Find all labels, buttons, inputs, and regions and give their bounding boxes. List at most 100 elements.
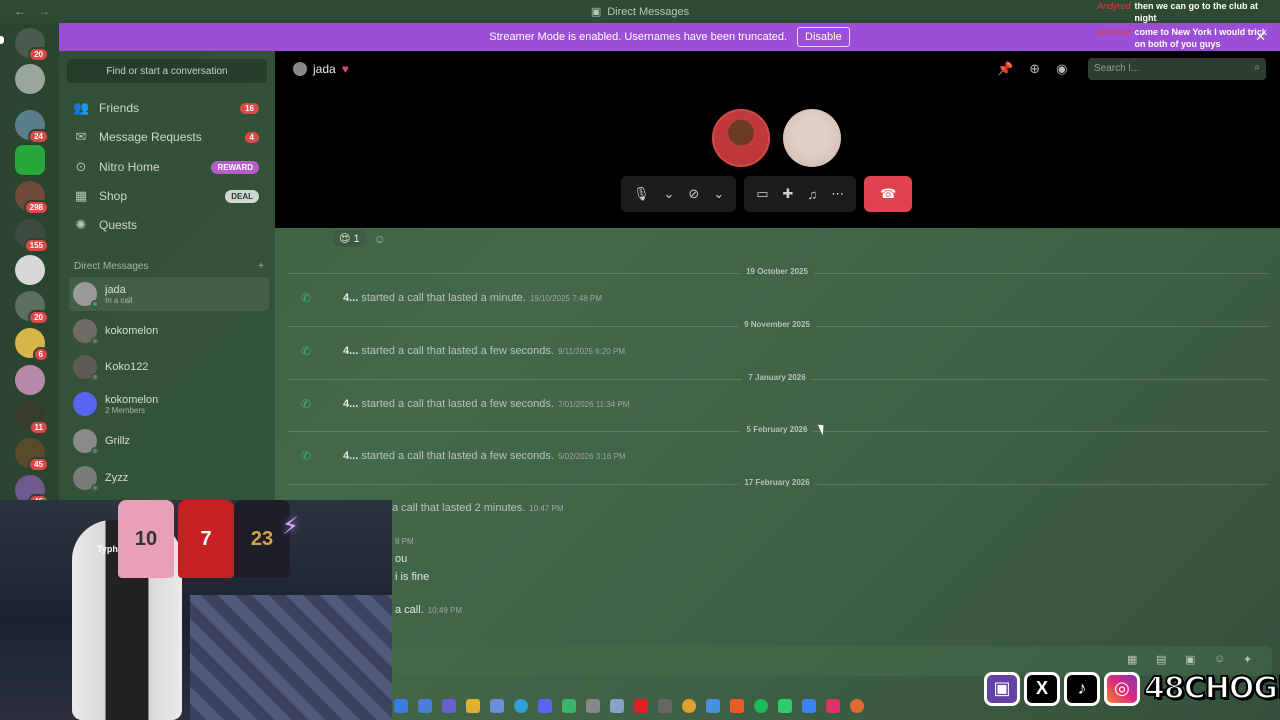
reaction-row: 😍 1 ☺: [333, 230, 386, 247]
sidebar-item-friends[interactable]: 👥 Friends 16: [67, 94, 267, 122]
date-label: 19 October 2025: [740, 267, 814, 276]
dm-item[interactable]: Zyzz: [69, 461, 269, 495]
brave-icon[interactable]: [730, 699, 744, 713]
taskbar-app-icon[interactable]: [706, 699, 720, 713]
more-icon[interactable]: ⋯: [831, 186, 844, 202]
gift-icon[interactable]: ▦: [1127, 653, 1137, 666]
chat-text: come to New York I would trick on both o…: [1134, 27, 1267, 49]
chevron-down-icon[interactable]: ⌄: [713, 186, 724, 202]
server-icon[interactable]: 11: [15, 401, 49, 435]
taskbar-app-icon[interactable]: [394, 699, 408, 713]
netflix-icon[interactable]: [634, 699, 648, 713]
forward-arrow-icon[interactable]: →: [38, 4, 50, 18]
server-badge: 20: [28, 47, 49, 62]
partial-message: ou: [395, 553, 408, 565]
profile-icon[interactable]: ◉: [1056, 61, 1067, 77]
add-dm-icon[interactable]: +: [258, 261, 264, 272]
call-text: started a call that lasted a few seconds…: [361, 398, 554, 410]
sidebar-item-message-requests[interactable]: ✉ Message Requests 4: [67, 123, 267, 151]
tiktok-icon[interactable]: [826, 699, 840, 713]
call-text: a call.: [395, 604, 424, 616]
add-friend-icon[interactable]: ⊕: [1029, 61, 1040, 77]
call-header: jada ♥ 📌 ⊕ ◉ Search l... ⌕: [275, 51, 1280, 87]
caller-name[interactable]: 4...: [343, 345, 358, 357]
find-conversation-input[interactable]: Find or start a conversation: [67, 59, 267, 83]
server-badge: 24: [28, 129, 49, 144]
call-log-message: ✆ 4... started a call that lasted a few …: [301, 344, 625, 358]
server-icon[interactable]: 155: [15, 219, 49, 253]
date-divider: 7 January 2026: [287, 373, 1267, 382]
microphone-icon[interactable]: 🎙: [633, 186, 650, 202]
folder-icon[interactable]: [466, 699, 480, 713]
call-controls: 🎙 ⌄ ⊘ ⌄ ▭ ✚ ♫ ⋯ ☎: [621, 176, 913, 212]
timestamp: 5/02/2026 3:16 PM: [557, 452, 626, 461]
server-icon[interactable]: 6: [15, 328, 49, 362]
emoji-icon[interactable]: ☺: [1214, 653, 1225, 665]
dm-name: kokomelon: [105, 325, 159, 337]
dm-item-jada[interactable]: jada In a call: [69, 277, 269, 311]
caller-name[interactable]: 4...: [343, 398, 358, 410]
taskbar-app-icon[interactable]: [562, 699, 576, 713]
server-icon[interactable]: [15, 145, 45, 175]
screen-share-icon[interactable]: ▭: [756, 186, 768, 202]
back-arrow-icon[interactable]: ←: [14, 4, 26, 18]
date-label: 9 November 2025: [738, 320, 816, 329]
participant-avatar[interactable]: [783, 109, 841, 167]
taskbar-app-icon[interactable]: [442, 699, 456, 713]
disable-streamer-button[interactable]: Disable: [797, 27, 850, 47]
sidebar-item-quests[interactable]: ✺ Quests: [67, 211, 267, 239]
server-icon[interactable]: 20: [15, 28, 49, 62]
status-dot: [91, 373, 99, 381]
disconnect-button[interactable]: ☎: [864, 176, 913, 212]
edge-icon[interactable]: [514, 699, 528, 713]
sticker-icon[interactable]: ▣: [1185, 653, 1195, 666]
dm-name: Grillz: [105, 435, 131, 447]
dm-header-label: Direct Messages: [74, 261, 149, 272]
dm-item-group[interactable]: kokomelon 2 Members: [69, 387, 269, 421]
chevron-down-icon[interactable]: ⌄: [664, 186, 675, 202]
status-dot: [91, 337, 99, 345]
chrome-icon[interactable]: [682, 699, 696, 713]
soundboard-icon[interactable]: ♫: [807, 187, 817, 202]
jersey: 10: [118, 500, 174, 578]
sidebar-item-nitro-home[interactable]: ⊙ Nitro Home REWARD: [67, 153, 267, 181]
dm-item[interactable]: Grillz: [69, 424, 269, 458]
participant-avatar[interactable]: [712, 109, 770, 167]
taskbar-app-icon[interactable]: [418, 699, 432, 713]
server-icon[interactable]: [15, 255, 45, 285]
caller-name[interactable]: 4...: [343, 292, 358, 304]
nitro-icon: ⊙: [75, 159, 87, 174]
taskbar-app-icon[interactable]: [802, 699, 816, 713]
pin-icon[interactable]: 📌: [997, 61, 1013, 77]
server-icon[interactable]: 20: [15, 291, 49, 325]
server-icon[interactable]: 298: [15, 181, 49, 215]
server-icon[interactable]: [15, 64, 45, 94]
gif-icon[interactable]: ▤: [1156, 653, 1166, 666]
avatar: [73, 355, 99, 381]
taskbar-app-icon[interactable]: [658, 699, 672, 713]
add-reaction-icon[interactable]: ☺: [374, 232, 386, 246]
call-text: a call that lasted 2 minutes.: [392, 502, 526, 514]
jersey: 7: [178, 500, 234, 578]
server-icon[interactable]: 45: [15, 438, 49, 472]
taskbar-app-icon[interactable]: [610, 699, 624, 713]
taskbar-app-icon[interactable]: [490, 699, 504, 713]
firefox-icon[interactable]: [850, 699, 864, 713]
discord-icon[interactable]: [538, 699, 552, 713]
dm-item[interactable]: kokomelon: [69, 314, 269, 348]
partial-message: i is fine: [395, 571, 430, 583]
caller-name[interactable]: 4...: [343, 450, 358, 462]
status-dot: [91, 484, 99, 492]
taskbar-app-icon[interactable]: [586, 699, 600, 713]
spotify-icon[interactable]: [754, 699, 768, 713]
server-icon[interactable]: [15, 365, 45, 395]
server-icon[interactable]: 24: [15, 110, 49, 144]
sidebar-item-shop[interactable]: ▦ Shop DEAL: [67, 182, 267, 210]
reaction-pill[interactable]: 😍 1: [333, 230, 366, 247]
taskbar-app-icon[interactable]: [778, 699, 792, 713]
activities-icon[interactable]: ✚: [783, 186, 794, 202]
dm-item[interactable]: Koko122: [69, 350, 269, 384]
camera-off-icon[interactable]: ⊘: [688, 186, 699, 202]
search-input[interactable]: Search l... ⌕: [1088, 58, 1266, 80]
apps-icon[interactable]: ✦: [1243, 653, 1252, 666]
